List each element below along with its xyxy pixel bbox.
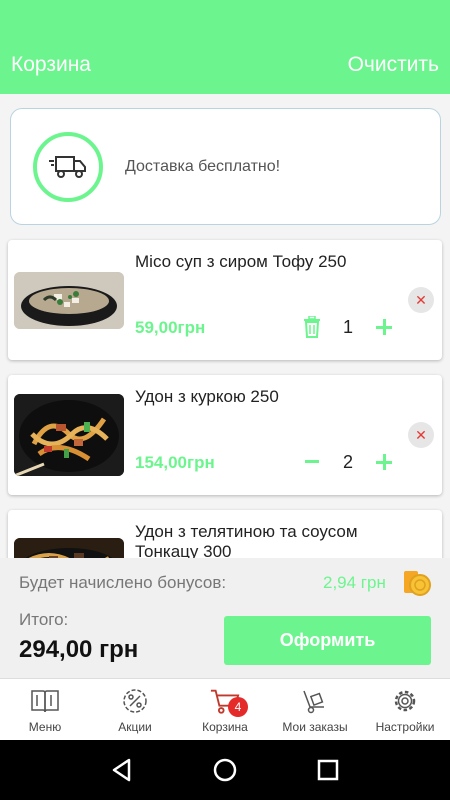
app-bar: Корзина Очистить bbox=[0, 36, 450, 94]
nav-label: Меню bbox=[28, 720, 62, 734]
discount-gear-icon bbox=[120, 686, 150, 716]
checkout-button[interactable]: Оформить bbox=[224, 616, 431, 665]
bonus-value: 2,94 грн bbox=[323, 573, 386, 592]
back-icon[interactable] bbox=[102, 750, 142, 790]
item-image-miso-soup bbox=[14, 272, 124, 329]
total-value: 294,00 грн bbox=[19, 636, 139, 663]
status-bar bbox=[0, 0, 450, 36]
nav-item-menu[interactable]: Меню bbox=[0, 679, 90, 740]
item-price: 59,00грн bbox=[135, 318, 206, 337]
nav-label: Мои заказы bbox=[282, 720, 348, 734]
total-label: Итого: bbox=[19, 610, 69, 629]
quantity-stepper: 2 bbox=[300, 447, 396, 477]
truck-icon bbox=[33, 131, 103, 202]
system-nav-bar bbox=[0, 740, 450, 800]
minus-icon[interactable] bbox=[300, 447, 324, 477]
cart-item: Удон з телятиною та соусом Тонкацу 300 bbox=[8, 510, 442, 558]
home-icon[interactable] bbox=[205, 750, 245, 790]
gear-icon bbox=[390, 686, 420, 716]
item-image-udon-chicken bbox=[14, 394, 124, 476]
item-name: Місо суп з сиром Тофу 250 bbox=[135, 252, 347, 271]
cart-count-badge: 4 bbox=[228, 697, 248, 717]
quantity-value: 1 bbox=[342, 316, 353, 337]
item-name: Удон з куркою 250 bbox=[135, 387, 279, 406]
delivery-text: Доставка бесплатно! bbox=[125, 157, 281, 175]
plus-icon[interactable] bbox=[372, 447, 396, 477]
nav-label: Настройки bbox=[375, 720, 435, 734]
remove-item-button[interactable]: ✕ bbox=[408, 422, 434, 448]
item-price: 154,00грн bbox=[135, 453, 215, 472]
nav-label: Акции bbox=[118, 720, 152, 734]
item-name: Удон з телятиною та соусом Тонкацу 300 bbox=[135, 522, 358, 558]
quantity-value: 2 bbox=[342, 451, 353, 472]
nav-label: Корзина bbox=[202, 720, 248, 734]
nav-item-settings[interactable]: Настройки bbox=[360, 679, 450, 740]
item-image-udon-veal bbox=[14, 538, 124, 558]
delivery-card: Доставка бесплатно! bbox=[10, 108, 441, 225]
bonus-label: Будет начислено бонусов: bbox=[19, 573, 227, 592]
cart-content[interactable]: Доставка бесплатно! Місо суп з сиром Тоф… bbox=[0, 94, 450, 558]
order-summary: Будет начислено бонусов: 2,94 грн Итого:… bbox=[0, 558, 450, 678]
recents-icon[interactable] bbox=[308, 750, 348, 790]
plus-icon[interactable] bbox=[372, 312, 396, 342]
remove-item-button[interactable]: ✕ bbox=[408, 287, 434, 313]
trash-icon[interactable] bbox=[300, 312, 324, 342]
menu-book-icon bbox=[30, 686, 60, 716]
page-title: Корзина bbox=[11, 53, 91, 76]
clear-cart-button[interactable]: Очистить bbox=[348, 53, 439, 77]
coins-icon bbox=[402, 567, 432, 597]
nav-item-cart[interactable]: 4 Корзина bbox=[180, 679, 270, 740]
cart-item: Удон з куркою 250 154,00грн 2 ✕ bbox=[8, 375, 442, 495]
hand-truck-icon bbox=[300, 686, 330, 716]
nav-item-my-orders[interactable]: Мои заказы bbox=[270, 679, 360, 740]
nav-item-promotions[interactable]: Акции bbox=[90, 679, 180, 740]
cart-item: Місо суп з сиром Тофу 250 59,00грн 1 ✕ bbox=[8, 240, 442, 360]
quantity-stepper: 1 bbox=[300, 312, 396, 342]
bottom-nav: Меню Акции 4 Корзина Мои заказы Настройк… bbox=[0, 678, 450, 740]
